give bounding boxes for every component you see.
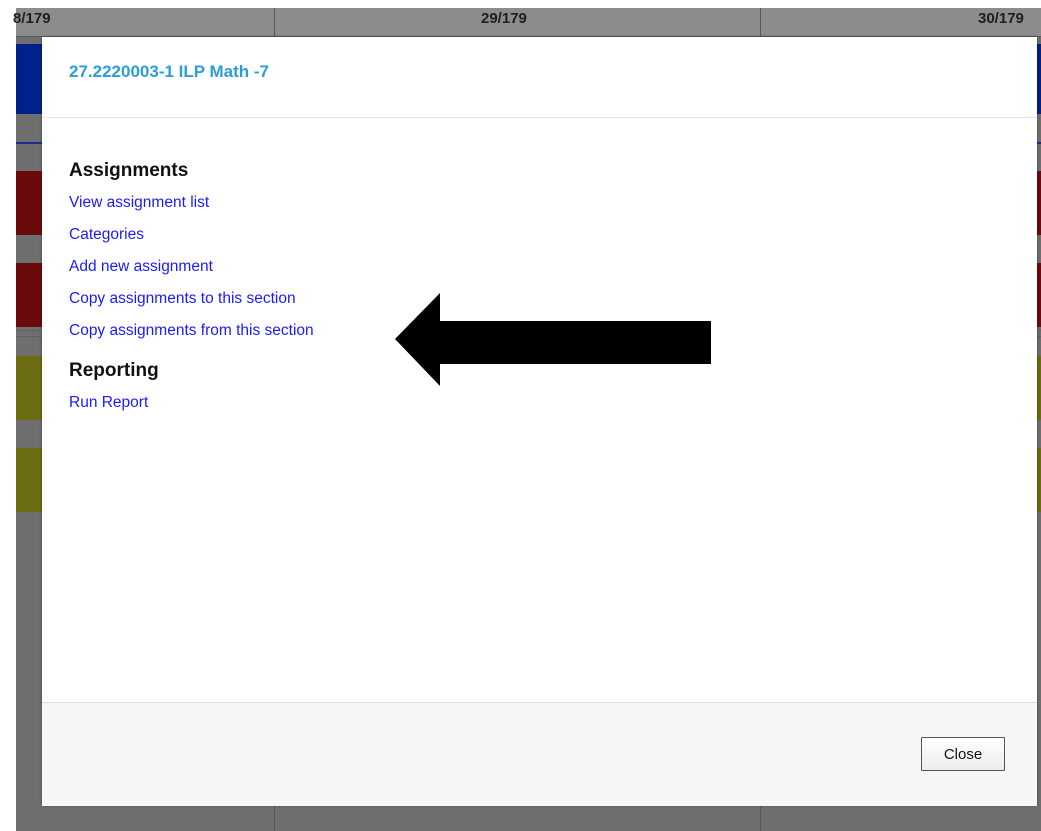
- section-heading-assignments: Assignments: [69, 160, 189, 181]
- day-label: 30/179: [978, 10, 1024, 27]
- categories-link[interactable]: Categories: [69, 226, 144, 243]
- dialog-header: 27.2220003-1 ILP Math -7: [42, 37, 1037, 118]
- copy-assignments-from-section-link[interactable]: Copy assignments from this section: [69, 322, 314, 339]
- day-label: 8/179: [13, 10, 51, 27]
- add-new-assignment-link[interactable]: Add new assignment: [69, 258, 213, 275]
- list-item: View assignment list: [69, 187, 969, 219]
- dialog-footer: Close: [42, 702, 1037, 806]
- dialog-title: 27.2220003-1 ILP Math -7: [69, 62, 270, 81]
- reporting-link-list: Run Report: [69, 387, 969, 419]
- calendar-header: 8/179 29/179 30/179: [13, 8, 1041, 37]
- section-menu-dialog: 27.2220003-1 ILP Math -7 Assignments Vie…: [42, 37, 1037, 806]
- list-item: Run Report: [69, 387, 969, 419]
- left-arrow-icon: [395, 293, 711, 386]
- run-report-link[interactable]: Run Report: [69, 394, 148, 411]
- list-item: Categories: [69, 219, 969, 251]
- day-label: 29/179: [481, 10, 527, 27]
- screen: 8/179 29/179 30/179 27.2220003-1 ILP Mat…: [0, 0, 1041, 831]
- close-button[interactable]: Close: [921, 737, 1005, 771]
- copy-assignments-to-section-link[interactable]: Copy assignments to this section: [69, 290, 296, 307]
- view-assignment-list-link[interactable]: View assignment list: [69, 194, 209, 211]
- list-item: Add new assignment: [69, 251, 969, 283]
